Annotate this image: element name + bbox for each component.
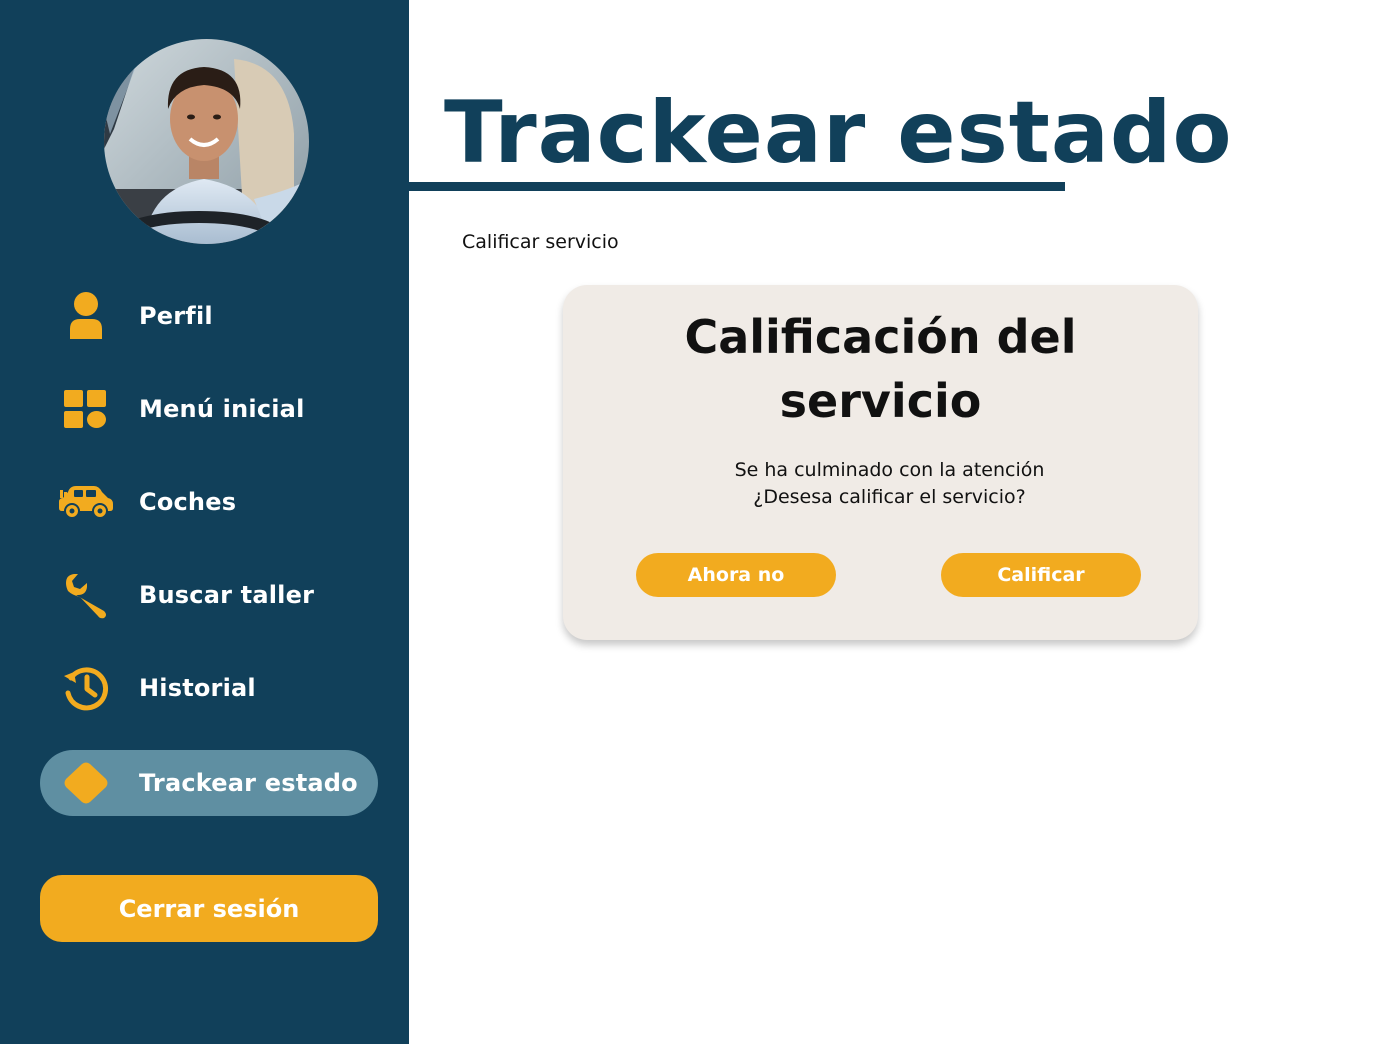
sidebar-item-label: Historial <box>139 674 256 702</box>
logout-button[interactable]: Cerrar sesión <box>40 875 378 942</box>
person-icon <box>58 290 114 342</box>
sidebar-item-menu-inicial[interactable]: Menú inicial <box>40 376 378 442</box>
sidebar-item-label: Buscar taller <box>139 581 315 609</box>
dialog-message-line: Se ha culminado con la atención <box>734 459 1045 481</box>
diamond-icon <box>58 757 114 809</box>
history-icon <box>58 662 114 714</box>
driver-photo <box>104 39 309 244</box>
dialog-title-line: Calificación del <box>684 310 1077 364</box>
sidebar: Perfil Menú inicial Coches Buscar taller… <box>0 0 409 1044</box>
sidebar-item-coches[interactable]: Coches <box>40 469 378 535</box>
dialog-title-line: servicio <box>779 374 982 428</box>
title-underline <box>409 182 1065 191</box>
section-label: Calificar servicio <box>462 231 619 253</box>
sidebar-item-label: Trackear estado <box>139 769 358 797</box>
sidebar-item-historial[interactable]: Historial <box>40 655 378 721</box>
dialog-message-line: ¿Desesa calificar el servicio? <box>753 486 1026 508</box>
sidebar-item-label: Perfil <box>139 302 213 330</box>
wrench-icon <box>58 569 114 621</box>
sidebar-item-trackear-estado[interactable]: Trackear estado <box>40 750 378 816</box>
sidebar-item-buscar-taller[interactable]: Buscar taller <box>40 562 378 628</box>
grid-icon <box>58 383 114 435</box>
rate-button[interactable]: Calificar <box>941 553 1141 597</box>
page-title: Trackear estado <box>444 83 1233 183</box>
sidebar-item-label: Coches <box>139 488 237 516</box>
sidebar-item-label: Menú inicial <box>139 395 305 423</box>
not-now-button[interactable]: Ahora no <box>636 553 836 597</box>
sidebar-item-perfil[interactable]: Perfil <box>40 283 378 349</box>
dialog-title: Calificación del servicio <box>563 305 1198 433</box>
car-icon <box>58 476 114 528</box>
rating-dialog: Calificación del servicio Se ha culminad… <box>563 285 1198 640</box>
dialog-message: Se ha culminado con la atención ¿Desesa … <box>563 457 1198 511</box>
profile-avatar[interactable] <box>104 39 309 244</box>
